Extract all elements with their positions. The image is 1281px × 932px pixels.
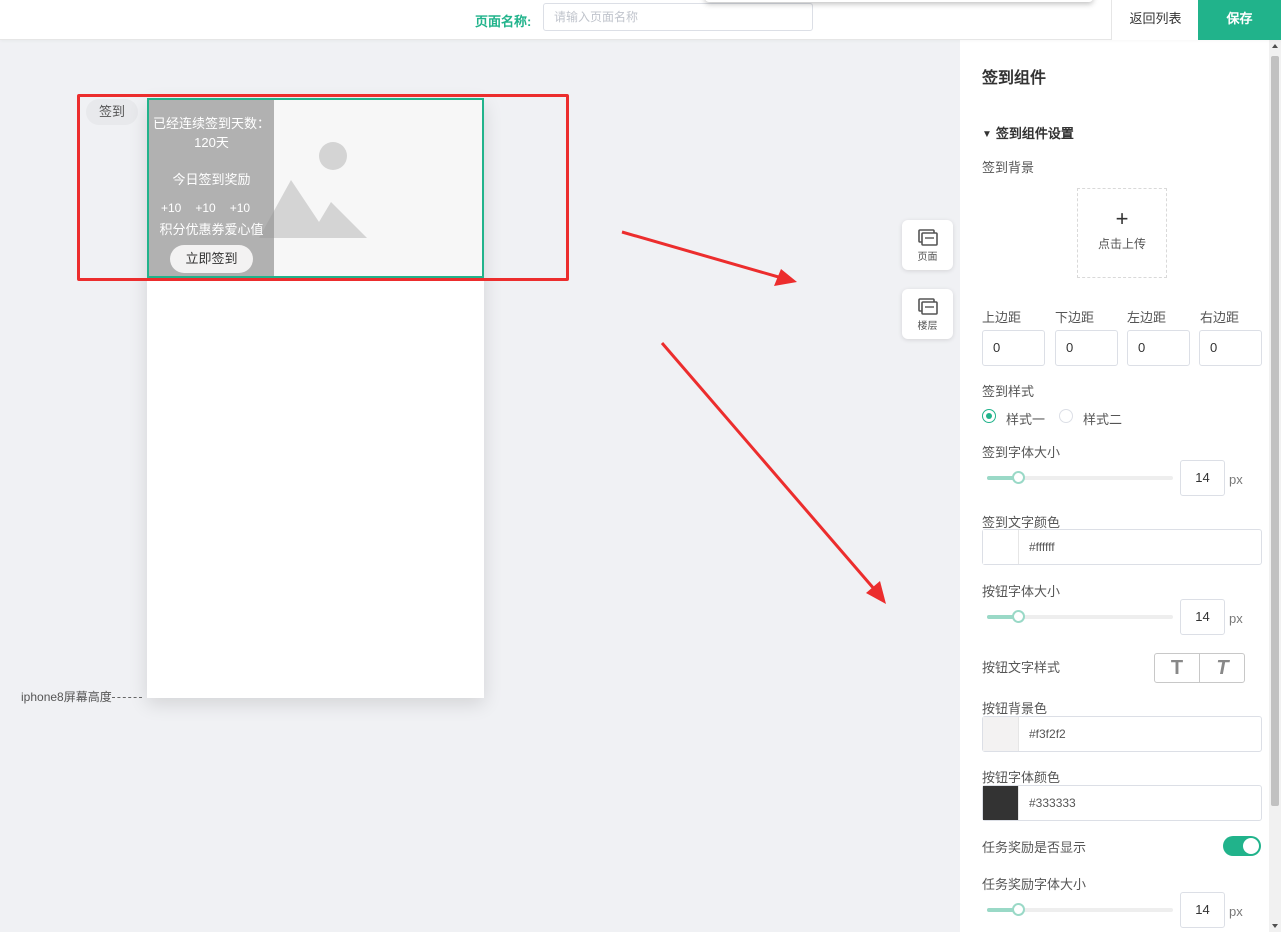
italic-style-button[interactable]: T	[1200, 654, 1245, 682]
floor-layers-icon	[917, 298, 938, 315]
btn-font-color-label: 按钮字体颜色	[982, 770, 1061, 785]
slider-handle[interactable]	[1012, 610, 1025, 623]
btn-font-size-unit: px	[1229, 611, 1243, 626]
task-font-size-label: 任务奖励字体大小	[982, 877, 1087, 892]
margin-left-input[interactable]: 0	[1127, 330, 1190, 366]
style-two-radio[interactable]	[1059, 409, 1073, 423]
style-one-radio[interactable]	[982, 409, 996, 423]
btn-font-size-input[interactable]: 14	[1180, 599, 1225, 635]
slider-handle[interactable]	[1012, 471, 1025, 484]
page-name-label: 页面名称:	[475, 14, 532, 29]
btn-font-color-field[interactable]: #333333	[982, 785, 1262, 821]
arrow-head	[774, 269, 797, 286]
upload-label: 点击上传	[1097, 237, 1146, 251]
style-label: 签到样式	[982, 384, 1035, 399]
panel-title: 签到组件	[982, 70, 1047, 87]
task-font-size-input[interactable]: 14	[1180, 892, 1225, 928]
back-to-list-button[interactable]: 返回列表	[1111, 0, 1199, 40]
task-show-label: 任务奖励是否显示	[982, 840, 1087, 855]
highlight-box	[77, 94, 569, 281]
screen-height-marker: iphone8屏幕高度	[21, 688, 142, 705]
panel-scrollbar[interactable]	[1269, 40, 1281, 932]
style-two-label[interactable]: 样式二	[1083, 409, 1122, 428]
text-color-value[interactable]: #ffffff	[1029, 530, 1055, 564]
slider-handle[interactable]	[1012, 903, 1025, 916]
caret-down-icon: ▼	[982, 129, 992, 140]
task-font-size-slider[interactable]	[987, 903, 1173, 916]
bg-label: 签到背景	[982, 160, 1035, 175]
top-bar: 页面名称: 请输入页面名称 返回列表 保存	[0, 0, 1281, 40]
floor-tool-label: 楼层	[917, 321, 938, 332]
arrow-line	[621, 230, 783, 280]
task-font-size-unit: px	[1229, 904, 1243, 919]
btn-font-color-value[interactable]: #333333	[1029, 786, 1076, 820]
settings-panel: 签到组件 ▼ 签到组件设置 签到背景 + 点击上传 上边距 下边距 左边距 右边距…	[960, 40, 1269, 932]
task-show-toggle[interactable]	[1223, 836, 1261, 856]
dashed-guide	[111, 697, 142, 699]
font-size-input[interactable]: 14	[1180, 460, 1225, 496]
margin-top-label: 上边距	[982, 310, 1022, 325]
btn-bg-value[interactable]: #f3f2f2	[1029, 717, 1066, 751]
floor-tool-button[interactable]: 楼层	[902, 289, 953, 339]
save-button[interactable]: 保存	[1198, 0, 1281, 40]
btn-font-size-label: 按钮字体大小	[982, 584, 1061, 599]
page-layers-icon	[917, 229, 938, 246]
font-size-slider[interactable]	[987, 471, 1173, 484]
margin-right-input[interactable]: 0	[1199, 330, 1262, 366]
color-swatch[interactable]	[983, 530, 1019, 564]
scroll-up-icon[interactable]	[1272, 44, 1278, 48]
page-name-input[interactable]: 请输入页面名称	[543, 3, 813, 31]
plus-icon: +	[1115, 206, 1129, 231]
margin-right-label: 右边距	[1200, 310, 1240, 325]
scrollbar-thumb[interactable]	[1271, 56, 1279, 806]
btn-bg-label: 按钮背景色	[982, 701, 1048, 716]
screen-height-label: iphone8屏幕高度	[21, 690, 112, 704]
margin-left-label: 左边距	[1127, 310, 1167, 325]
page-tool-label: 页面	[917, 252, 938, 263]
arrow-line	[660, 342, 877, 591]
btn-font-size-slider[interactable]	[987, 610, 1173, 623]
text-color-field[interactable]: #ffffff	[982, 529, 1262, 565]
page-tool-button[interactable]: 页面	[902, 220, 953, 270]
margin-bottom-input[interactable]: 0	[1055, 330, 1118, 366]
btn-text-style-label: 按钮文字样式	[982, 660, 1061, 675]
margin-bottom-label: 下边距	[1055, 310, 1095, 325]
bold-style-button[interactable]: T	[1155, 654, 1200, 682]
upload-button[interactable]: + 点击上传	[1077, 188, 1167, 278]
section-toggle[interactable]: ▼ 签到组件设置	[982, 123, 1074, 142]
arrow-head	[866, 581, 886, 604]
btn-text-style-group: T T	[1154, 653, 1245, 683]
section-title: 签到组件设置	[995, 126, 1074, 141]
margin-top-input[interactable]: 0	[982, 330, 1045, 366]
color-swatch[interactable]	[983, 717, 1019, 751]
font-size-label: 签到字体大小	[982, 445, 1061, 460]
font-size-unit: px	[1229, 472, 1243, 487]
color-swatch[interactable]	[983, 786, 1019, 820]
style-one-label[interactable]: 样式一	[1006, 409, 1045, 428]
scroll-down-icon[interactable]	[1272, 924, 1278, 928]
btn-bg-field[interactable]: #f3f2f2	[982, 716, 1262, 752]
dropdown-popover-edge	[705, 0, 1093, 2]
